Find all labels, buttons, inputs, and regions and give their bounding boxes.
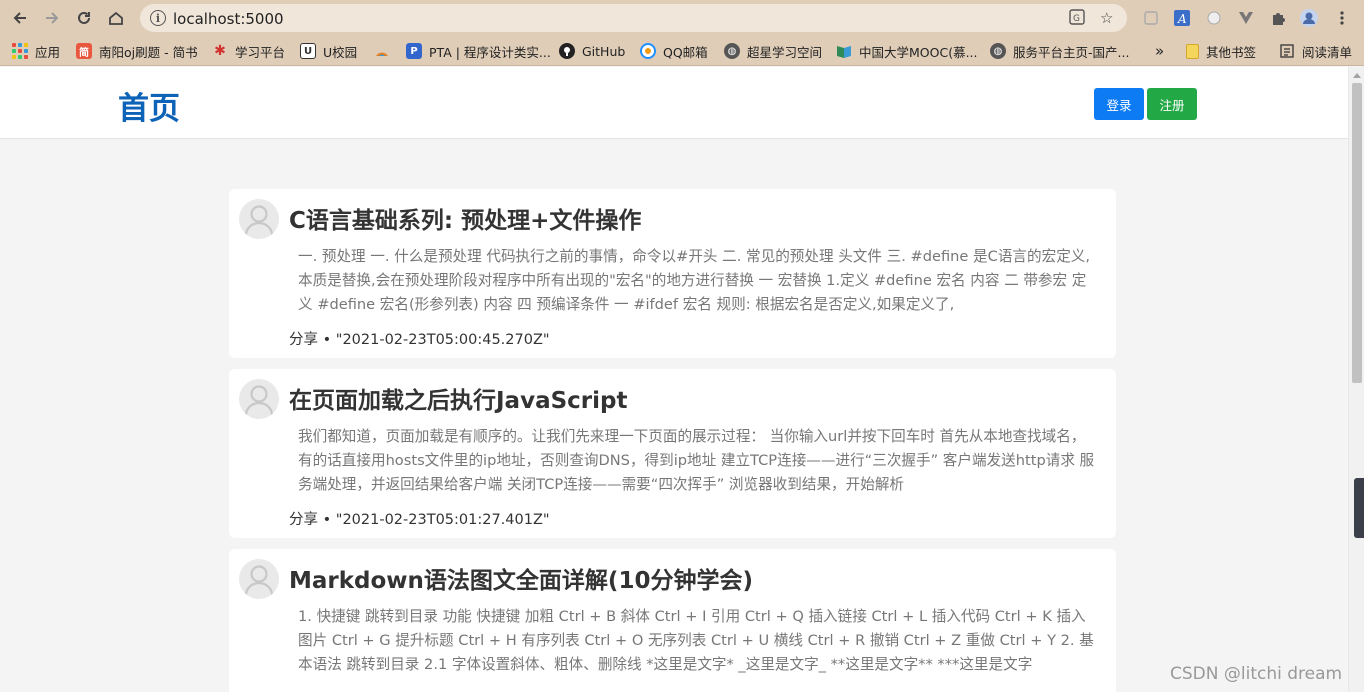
bookmark-label: 阅读清单: [1302, 44, 1353, 60]
user-avatar-icon: [244, 565, 274, 596]
browser-menu-icon[interactable]: [1332, 8, 1352, 28]
bookmark-study-platform[interactable]: ✱ 学习平台: [212, 42, 285, 60]
bookmark-service-platform[interactable]: ◍ 服务平台主页-国产...: [990, 42, 1129, 60]
user-avatar-icon: [244, 205, 274, 236]
avatar: [239, 559, 279, 599]
github-icon: [559, 43, 575, 59]
register-button[interactable]: 注册: [1147, 88, 1197, 120]
bookmark-mooc[interactable]: 中国大学MOOC(慕...: [836, 42, 978, 60]
scrollbar-thumb[interactable]: [1352, 83, 1362, 383]
post-title[interactable]: 在页面加载之后执行JavaScript: [289, 381, 627, 415]
reading-list-button[interactable]: 阅读清单: [1279, 42, 1352, 60]
more-bookmarks-icon: »: [1155, 42, 1165, 60]
pta-icon: P: [406, 43, 422, 59]
fan-icon: [374, 43, 390, 59]
svg-text:G: G: [1073, 14, 1080, 24]
post-card[interactable]: Markdown语法图文全面详解(10分钟学会) 1. 快捷键 跳转到目录 功能…: [229, 549, 1116, 692]
bookmark-label: 南阳oj刷题 - 简书: [99, 44, 198, 60]
cookie-extension-icon[interactable]: [1204, 8, 1224, 28]
svg-text:A: A: [1177, 12, 1187, 26]
post-summary: 我们都知道，页面加载是有顺序的。让我们先来理一下页面的展示过程： 当你输入url…: [298, 428, 1095, 493]
site-info-icon[interactable]: i: [150, 10, 166, 26]
browser-toolbar: i localhost:5000 G ☆ A: [0, 0, 1364, 36]
bookmark-label: QQ邮箱: [663, 44, 708, 60]
post-title[interactable]: Markdown语法图文全面详解(10分钟学会): [289, 561, 753, 595]
globe-icon: ◍: [724, 43, 740, 59]
address-bar-url[interactable]: localhost:5000: [173, 10, 284, 28]
side-panel-handle[interactable]: [1354, 478, 1364, 538]
bookmark-label: 中国大学MOOC(慕...: [859, 44, 978, 60]
bookmark-star-icon[interactable]: ☆: [1100, 9, 1113, 27]
bookmark-other-folder[interactable]: 其他书签: [1186, 42, 1256, 60]
bookmark-label: GitHub: [582, 43, 626, 59]
login-button[interactable]: 登录: [1094, 88, 1144, 120]
extensions-puzzle-icon[interactable]: [1268, 8, 1288, 28]
bookmark-label: 服务平台主页-国产...: [1013, 44, 1130, 60]
bookmarks-bar: 应用 简 南阳oj刷题 - 简书 ✱ 学习平台 U U校园 P PTA | 程序…: [0, 36, 1364, 66]
site-header: 首页 登录 注册: [0, 67, 1348, 139]
more-bookmarks-button[interactable]: »: [1155, 42, 1164, 60]
bookmark-qq-mail[interactable]: QQ邮箱: [640, 42, 708, 60]
post-title[interactable]: C语言基础系列: 预处理+文件操作: [289, 201, 641, 235]
post-summary: 1. 快捷键 跳转到目录 功能 快捷键 加粗 Ctrl + B 斜体 Ctrl …: [298, 608, 1094, 673]
post-meta: 分享 • "2021-02-23T05:00:45.270Z": [289, 332, 550, 348]
avatar: [239, 199, 279, 239]
folder-icon: [1186, 43, 1199, 59]
u-campus-icon: U: [300, 43, 316, 59]
post-meta: 分享 • "2021-02-23T05:01:27.401Z": [289, 512, 550, 528]
post-summary: 一. 预处理 一. 什么是预处理 代码执行之前的事情，命令以#开头 二. 常见的…: [298, 248, 1091, 313]
post-card[interactable]: 在页面加载之后执行JavaScript 我们都知道，页面加载是有顺序的。让我们先…: [229, 369, 1116, 538]
bookmark-pta[interactable]: P PTA | 程序设计类实...: [406, 42, 551, 60]
mooc-icon: [836, 43, 852, 59]
bookmark-jianshu[interactable]: 简 南阳oj刷题 - 简书: [76, 42, 198, 60]
vue-devtools-icon[interactable]: [1236, 8, 1256, 28]
bookmark-label: U校园: [323, 44, 358, 60]
bookmark-label: 应用: [35, 44, 61, 60]
reading-list-icon: [1279, 43, 1295, 59]
post-card[interactable]: C语言基础系列: 预处理+文件操作 一. 预处理 一. 什么是预处理 代码执行之…: [229, 189, 1116, 358]
bookmark-apps[interactable]: 应用: [12, 42, 60, 60]
address-bar[interactable]: i localhost:5000 G ☆: [140, 4, 1127, 32]
bookmark-github[interactable]: GitHub: [559, 42, 625, 60]
watermark: CSDN @litchi dream: [1170, 664, 1343, 684]
scroll-up-arrow-icon[interactable]: [1353, 73, 1361, 78]
page-title[interactable]: 首页: [118, 83, 180, 128]
globe-icon: ◍: [990, 43, 1006, 59]
user-avatar-icon: [244, 385, 274, 416]
bookmark-label: 其他书签: [1206, 44, 1257, 60]
bookmark-u-campus[interactable]: U U校园: [300, 42, 357, 60]
bookmark-label: 学习平台: [235, 44, 286, 60]
font-extension-icon[interactable]: A: [1172, 8, 1192, 28]
jianshu-icon: 简: [76, 43, 92, 59]
back-arrow-icon[interactable]: [8, 6, 32, 30]
home-icon[interactable]: [104, 6, 128, 30]
translate-icon[interactable]: G: [1069, 9, 1085, 29]
bookmark-chaoxing[interactable]: ◍ 超星学习空间: [724, 42, 822, 60]
forward-arrow-icon[interactable]: [40, 6, 64, 30]
qq-mail-icon: [640, 43, 656, 59]
profile-avatar-icon[interactable]: [1299, 8, 1319, 28]
avatar: [239, 379, 279, 419]
apps-grid-icon: [12, 43, 28, 59]
extension-grid-icon[interactable]: [1141, 8, 1161, 28]
bookmark-fan[interactable]: [374, 42, 397, 60]
study-platform-icon: ✱: [214, 43, 226, 59]
reload-icon[interactable]: [72, 6, 96, 30]
page-scrollbar[interactable]: [1348, 67, 1364, 692]
bookmark-label: PTA | 程序设计类实...: [429, 44, 551, 60]
bookmark-label: 超星学习空间: [747, 44, 823, 60]
